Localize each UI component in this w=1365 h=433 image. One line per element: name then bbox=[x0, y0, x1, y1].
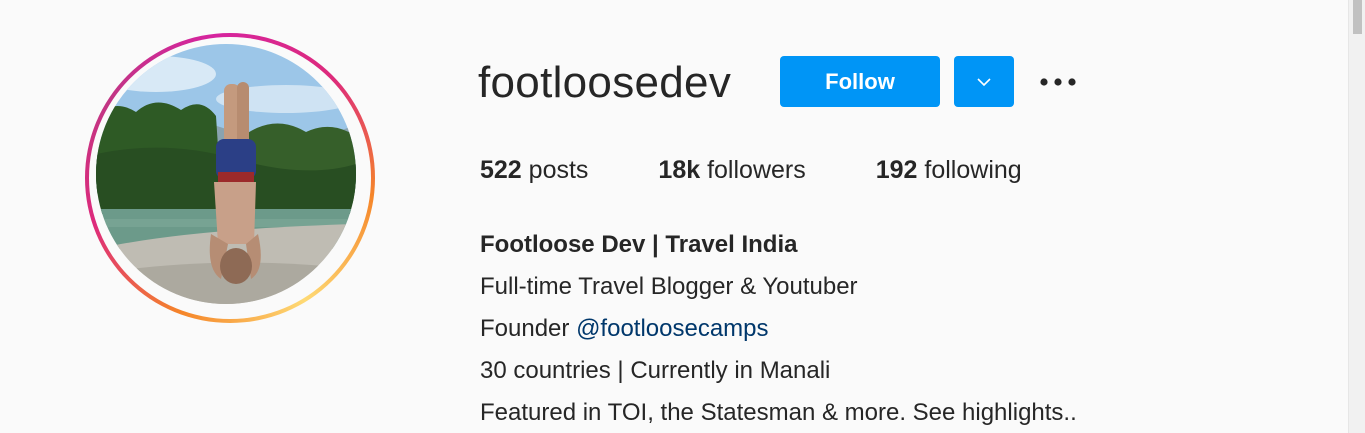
scrollbar[interactable] bbox=[1348, 0, 1365, 433]
more-options-icon bbox=[1040, 78, 1076, 86]
bio-line: 30 countries | Currently in Manali bbox=[480, 357, 831, 384]
suggested-accounts-button[interactable] bbox=[954, 56, 1014, 107]
following-label: following bbox=[917, 156, 1022, 184]
profile-stats: 522 posts 18k followers 192 following bbox=[480, 154, 1022, 186]
more-options-button[interactable] bbox=[1035, 64, 1081, 100]
bio-line-founder: Founder @footloosecamps bbox=[480, 308, 1077, 350]
bio-line: Featured in TOI, the Statesman & more. S… bbox=[480, 399, 1077, 426]
followers-count: 18k bbox=[658, 156, 701, 184]
posts-label: posts bbox=[521, 156, 589, 184]
follow-button[interactable]: Follow bbox=[780, 56, 940, 107]
bio: Footloose Dev | Travel India Full-time T… bbox=[480, 224, 1077, 433]
avatar-image bbox=[96, 44, 356, 304]
username: footloosedev bbox=[478, 58, 732, 107]
mention-link[interactable]: @footloosecamps bbox=[576, 315, 768, 342]
bio-name: Footloose Dev | Travel India bbox=[480, 231, 798, 258]
followers-stat[interactable]: 18k followers bbox=[658, 154, 805, 186]
story-ring[interactable] bbox=[85, 33, 375, 323]
profile-page: footloosedev Follow 522 posts 18k follow… bbox=[0, 0, 1365, 433]
followers-label: followers bbox=[700, 156, 806, 184]
following-count: 192 bbox=[875, 156, 918, 184]
bio-line: Full-time Travel Blogger & Youtuber bbox=[480, 273, 858, 300]
following-stat[interactable]: 192 following bbox=[876, 154, 1022, 186]
scrollbar-thumb[interactable] bbox=[1353, 0, 1362, 34]
posts-count: 522 bbox=[480, 156, 522, 184]
chevron-down-icon bbox=[977, 77, 991, 86]
posts-stat: 522 posts bbox=[480, 154, 588, 186]
bio-founder-prefix: Founder bbox=[480, 315, 577, 342]
avatar[interactable] bbox=[96, 44, 356, 304]
